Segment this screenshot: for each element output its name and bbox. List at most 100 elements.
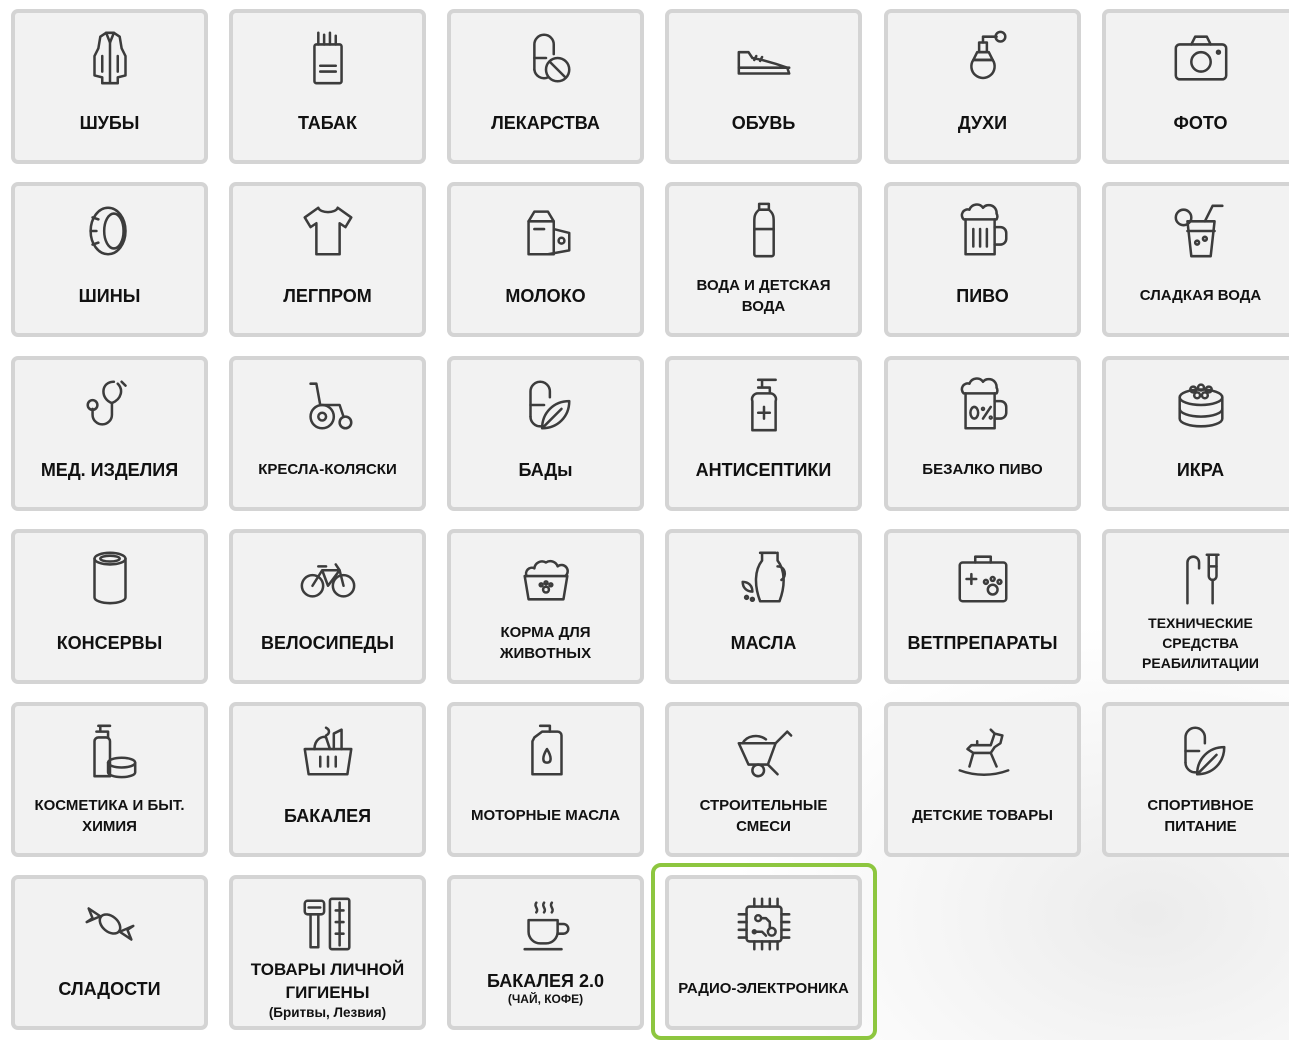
- non-alcoholic-beer-icon: [950, 372, 1016, 438]
- tile-label: АНТИСЕПТИКИ: [695, 459, 832, 480]
- tile-label: ТАБАК: [297, 112, 358, 133]
- supplement-capsule-icon: [513, 372, 579, 438]
- tile-bakaleya-2[interactable]: БАКАЛЕЯ 2.0 (ЧАЙ, КОФЕ): [447, 875, 644, 1030]
- tile-bady[interactable]: БАДы: [447, 356, 644, 511]
- tile-label: ДЕТСКИЕ ТОВАРЫ: [912, 807, 1053, 824]
- tile-label: СПОРТИВНОЕ ПИТАНИЕ: [1147, 796, 1254, 835]
- tile-label: КОНСЕРВЫ: [56, 632, 163, 653]
- tile-shiny[interactable]: ШИНЫ: [11, 182, 208, 337]
- grocery-basket-icon: [295, 718, 361, 784]
- tile-label: ФОТО: [1173, 112, 1228, 133]
- wheelbarrow-icon: [731, 718, 797, 784]
- shoe-icon: [731, 25, 797, 91]
- tile-legprom[interactable]: ЛЕГПРОМ: [229, 182, 426, 337]
- tile-shuby[interactable]: ШУБЫ: [11, 9, 208, 164]
- tile-label: МЕД. ИЗДЕЛИЯ: [40, 459, 179, 480]
- tile-label: ТЕХНИЧЕСКИЕ СРЕДСТВА РЕАБИЛИТАЦИИ: [1142, 614, 1259, 671]
- tile-label: ВОДА И ДЕТСКАЯ ВОДА: [696, 276, 831, 315]
- perfume-icon: [950, 25, 1016, 91]
- tile-sublabel: (Бритвы, Лезвия): [268, 1005, 387, 1020]
- water-bottle-icon: [731, 198, 797, 264]
- tile-sport-pitanie[interactable]: СПОРТИВНОЕ ПИТАНИЕ: [1102, 702, 1289, 857]
- cosmetics-icon: [77, 718, 143, 784]
- tile-velosipedy[interactable]: ВЕЛОСИПЕДЫ: [229, 529, 426, 684]
- tile-gigiena[interactable]: ТОВАРЫ ЛИЧНОЙ ГИГИЕНЫ (Бритвы, Лезвия): [229, 875, 426, 1030]
- tile-label: ОБУВЬ: [731, 112, 796, 133]
- vet-kit-icon: [950, 545, 1016, 611]
- oil-jug-icon: [731, 545, 797, 611]
- tile-label: ШУБЫ: [79, 112, 140, 133]
- tile-antiseptiki[interactable]: АНТИСЕПТИКИ: [665, 356, 862, 511]
- sport-nutrition-icon: [1168, 718, 1234, 784]
- tile-foto[interactable]: ФОТО: [1102, 9, 1289, 164]
- tile-ikra[interactable]: ИКРА: [1102, 356, 1289, 511]
- tile-vetpreparaty[interactable]: ВЕТПРЕПАРАТЫ: [884, 529, 1081, 684]
- beer-mug-icon: [950, 198, 1016, 264]
- can-icon: [77, 545, 143, 611]
- tile-label: КОСМЕТИКА И БЫТ. ХИМИЯ: [34, 796, 185, 835]
- tile-sladkaya-voda[interactable]: СЛАДКАЯ ВОДА: [1102, 182, 1289, 337]
- tile-med-izdeliya[interactable]: МЕД. ИЗДЕЛИЯ: [11, 356, 208, 511]
- razor-icon: [295, 891, 361, 957]
- tile-label: БЕЗАЛКО ПИВО: [922, 461, 1043, 478]
- antiseptic-icon: [731, 372, 797, 438]
- motor-oil-icon: [513, 718, 579, 784]
- tile-label: МОЛОКО: [505, 285, 586, 306]
- caviar-icon: [1168, 372, 1234, 438]
- coffee-cup-icon: [513, 891, 579, 957]
- selected-tile-highlight: [651, 863, 877, 1040]
- tile-label: МАСЛА: [730, 632, 797, 653]
- category-grid: ШУБЫ ТАБАК ЛЕКАРСТВА ОБУВЬ ДУХИ ФОТО ШИН…: [0, 0, 1289, 1040]
- tshirt-icon: [295, 198, 361, 264]
- tile-label: ТОВАРЫ ЛИЧНОЙ ГИГИЕНЫ: [250, 960, 405, 1002]
- tile-label: ЛЕГПРОМ: [283, 285, 372, 306]
- tile-label: БАКАЛЕЯ: [283, 805, 372, 826]
- wheelchair-icon: [295, 372, 361, 438]
- tile-masla[interactable]: МАСЛА: [665, 529, 862, 684]
- bicycle-icon: [295, 545, 361, 611]
- tile-label-group: ТОВАРЫ ЛИЧНОЙ ГИГИЕНЫ (Бритвы, Лезвия): [237, 957, 418, 1020]
- tile-moloko[interactable]: МОЛОКО: [447, 182, 644, 337]
- crutch-icon: [1168, 545, 1234, 611]
- tile-label: ДУХИ: [957, 112, 1008, 133]
- tile-label: ШИНЫ: [78, 285, 141, 306]
- tile-tabak[interactable]: ТАБАК: [229, 9, 426, 164]
- tile-label: МОТОРНЫЕ МАСЛА: [470, 807, 621, 824]
- pet-food-icon: [513, 545, 579, 611]
- tile-bezalko-pivo[interactable]: БЕЗАЛКО ПИВО: [884, 356, 1081, 511]
- tile-label: ПИВО: [956, 285, 1009, 306]
- tile-kosmetika[interactable]: КОСМЕТИКА И БЫТ. ХИМИЯ: [11, 702, 208, 857]
- tile-label-group: БАКАЛЕЯ 2.0 (ЧАЙ, КОФЕ): [455, 957, 636, 1020]
- milk-icon: [513, 198, 579, 264]
- tile-kresla-kolyaski[interactable]: КРЕСЛА-КОЛЯСКИ: [229, 356, 426, 511]
- tile-duhi[interactable]: ДУХИ: [884, 9, 1081, 164]
- tile-voda[interactable]: ВОДА И ДЕТСКАЯ ВОДА: [665, 182, 862, 337]
- tile-bakaleya[interactable]: БАКАЛЕЯ: [229, 702, 426, 857]
- tile-stroitelnye-smesi[interactable]: СТРОИТЕЛЬНЫЕ СМЕСИ: [665, 702, 862, 857]
- tile-pivo[interactable]: ПИВО: [884, 182, 1081, 337]
- tire-icon: [77, 198, 143, 264]
- tile-label: ЛЕКАРСТВА: [491, 112, 600, 133]
- tile-obuv[interactable]: ОБУВЬ: [665, 9, 862, 164]
- tile-detskie-tovary[interactable]: ДЕТСКИЕ ТОВАРЫ: [884, 702, 1081, 857]
- tile-korma[interactable]: КОРМА ДЛЯ ЖИВОТНЫХ: [447, 529, 644, 684]
- tile-label: СЛАДКАЯ ВОДА: [1139, 287, 1262, 304]
- tile-sladosti[interactable]: СЛАДОСТИ: [11, 875, 208, 1030]
- tile-label: ИКРА: [1176, 459, 1225, 480]
- candy-icon: [77, 891, 143, 957]
- tile-lekarstva[interactable]: ЛЕКАРСТВА: [447, 9, 644, 164]
- tile-label: ВЕТПРЕПАРАТЫ: [907, 632, 1058, 653]
- tile-motornye-masla[interactable]: МОТОРНЫЕ МАСЛА: [447, 702, 644, 857]
- camera-icon: [1168, 25, 1234, 91]
- tile-label: КРЕСЛА-КОЛЯСКИ: [258, 461, 397, 478]
- tile-label: СТРОИТЕЛЬНЫЕ СМЕСИ: [699, 796, 828, 835]
- tile-konservy[interactable]: КОНСЕРВЫ: [11, 529, 208, 684]
- tile-tsr[interactable]: ТЕХНИЧЕСКИЕ СРЕДСТВА РЕАБИЛИТАЦИИ: [1102, 529, 1289, 684]
- tile-label: КОРМА ДЛЯ ЖИВОТНЫХ: [499, 623, 592, 662]
- tile-label: БАДы: [518, 459, 573, 480]
- stethoscope-icon: [77, 372, 143, 438]
- medicine-icon: [513, 25, 579, 91]
- tile-label: ВЕЛОСИПЕДЫ: [261, 632, 394, 653]
- tobacco-icon: [295, 25, 361, 91]
- tile-label: БАКАЛЕЯ 2.0: [486, 971, 605, 991]
